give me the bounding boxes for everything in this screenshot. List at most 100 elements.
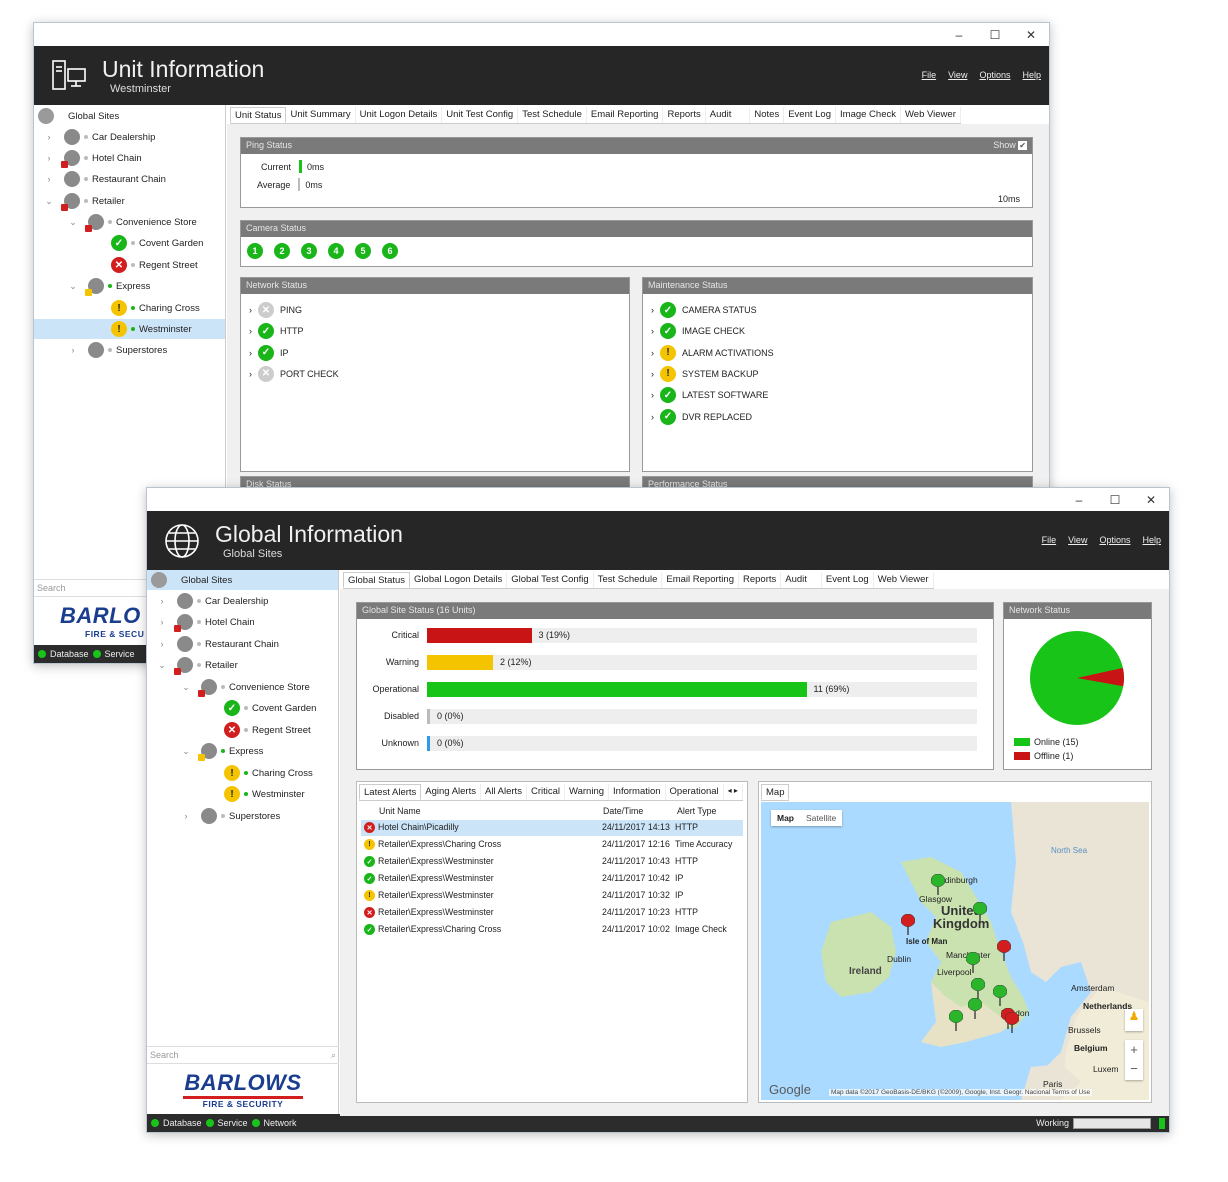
search-icon[interactable]: ⌕ [331, 1050, 336, 1060]
chevron-right-icon[interactable]: › [42, 153, 56, 163]
tree-root-global-sites[interactable]: Global Sites [38, 106, 119, 126]
tab-map[interactable]: Map [761, 784, 790, 800]
tree-item-covent-garden[interactable]: ✓ Covent Garden [224, 698, 316, 718]
chevron-right-icon[interactable]: › [249, 369, 252, 379]
search-input[interactable]: Search ⌕ [147, 1046, 339, 1064]
status-row[interactable]: › ✕ PING [249, 302, 302, 318]
tree-item-convenience-store[interactable]: ⌄ Convenience Store [179, 677, 310, 697]
map-pin-icon[interactable] [900, 913, 916, 939]
menu-file[interactable]: File [1042, 535, 1057, 545]
tab-test-schedule[interactable]: Test Schedule [594, 572, 663, 588]
map-pin-icon[interactable] [948, 1009, 964, 1035]
tree-item-restaurant-chain[interactable]: › Restaurant Chain [155, 634, 279, 654]
tab-reports[interactable]: Reports [663, 107, 706, 123]
chevron-right-icon[interactable]: › [66, 345, 80, 355]
status-row[interactable]: › ✕ PORT CHECK [249, 365, 339, 382]
map-type-satellite-button[interactable]: Satellite [806, 813, 836, 823]
col-unit-name[interactable]: Unit Name [379, 806, 421, 816]
tab-global-status[interactable]: Global Status [343, 572, 411, 588]
status-row[interactable]: ›! SYSTEM BACKUP [651, 365, 759, 382]
tree-item-retailer[interactable]: ⌄ Retailer [42, 191, 125, 211]
menu-options[interactable]: Options [1099, 535, 1130, 545]
alert-row[interactable]: ✓ Retailer\Express\Charing Cross 24/11/201… [361, 922, 743, 938]
tab-operational[interactable]: Operational [666, 784, 724, 800]
status-row[interactable]: › ✓ CAMERA STATUS [651, 302, 757, 318]
tree-item-hotel-chain[interactable]: › Hotel Chain [42, 148, 142, 168]
maximize-button[interactable]: ☐ [977, 28, 1013, 42]
tab-email-reporting[interactable]: Email Reporting [662, 572, 739, 588]
chevron-down-icon[interactable]: ⌄ [42, 196, 56, 207]
menu-help[interactable]: Help [1142, 535, 1161, 545]
menu-options[interactable]: Options [979, 70, 1010, 80]
map-pin-icon[interactable] [965, 951, 981, 977]
tree-item-regent-street[interactable]: ✕ Regent Street [111, 255, 198, 275]
tab-event-log[interactable]: Event Log [822, 572, 874, 588]
chevron-down-icon[interactable]: ⌄ [66, 217, 80, 228]
tree-item-hotel-chain[interactable]: › Hotel Chain [155, 612, 255, 632]
tree-item-covent-garden[interactable]: ✓ Covent Garden [111, 233, 203, 253]
chevron-down-icon[interactable]: ⌄ [155, 660, 169, 671]
zoom-out-button[interactable]: − [1125, 1059, 1143, 1078]
alert-row[interactable]: ✕ Retailer\Express\Westminster 24/11/2017 … [361, 905, 743, 921]
tree-item-retailer[interactable]: ⌄ Retailer [155, 655, 238, 675]
status-row[interactable]: ›! ALARM ACTIVATIONS [651, 344, 774, 361]
map-pin-icon[interactable] [992, 984, 1008, 1010]
tab-all-alerts[interactable]: All Alerts [481, 784, 527, 800]
tab-latest-alerts[interactable]: Latest Alerts [359, 784, 422, 800]
map-pin-icon[interactable] [967, 997, 983, 1023]
map-pin-icon[interactable] [996, 939, 1012, 965]
status-row[interactable]: › ✓ IP [249, 344, 289, 361]
chevron-right-icon[interactable]: › [179, 811, 193, 821]
close-button[interactable]: ✕ [1133, 493, 1169, 507]
tab-unit-summary[interactable]: Unit Summary [286, 107, 356, 123]
chevron-right-icon[interactable]: › [155, 596, 169, 606]
tab-reports[interactable]: Reports [739, 572, 782, 588]
alert-row[interactable]: ✓ Retailer\Express\Westminster 24/11/2017 … [361, 854, 743, 870]
menu-view[interactable]: View [1068, 535, 1087, 545]
maximize-button[interactable]: ☐ [1097, 493, 1133, 507]
status-bar-disabled[interactable] [427, 709, 430, 724]
tab-test-schedule[interactable]: Test Schedule [518, 107, 587, 123]
chevron-down-icon[interactable]: ⌄ [179, 682, 193, 693]
tab-audit[interactable]: Audit [706, 107, 751, 123]
status-bar-critical[interactable] [427, 628, 532, 643]
tab-web-viewer[interactable]: Web Viewer [901, 107, 961, 123]
map-pin-icon[interactable] [930, 873, 946, 899]
close-button[interactable]: ✕ [1013, 28, 1049, 42]
street-view-pegman-icon[interactable]: ♟ [1125, 1009, 1143, 1031]
camera-3-indicator[interactable]: 3 [301, 243, 317, 259]
tab-web-viewer[interactable]: Web Viewer [874, 572, 934, 588]
tree-root-global-sites[interactable]: Global Sites [147, 570, 338, 590]
chevron-right-icon[interactable]: › [42, 174, 56, 184]
chevron-right-icon[interactable]: › [651, 326, 654, 336]
status-row[interactable]: › ✓ HTTP [249, 323, 304, 340]
chevron-right-icon[interactable]: › [249, 305, 252, 315]
tree-item-restaurant-chain[interactable]: › Restaurant Chain [42, 169, 166, 189]
tab-notes[interactable]: Notes [750, 107, 785, 123]
chevron-right-icon[interactable]: › [651, 305, 654, 315]
alert-row[interactable]: ! Retailer\Express\Westminster 24/11/2017 … [361, 888, 743, 904]
map-type-map-button[interactable]: Map [777, 813, 794, 823]
tab-unit-logon-details[interactable]: Unit Logon Details [356, 107, 443, 123]
status-bar-unknown[interactable] [427, 736, 430, 751]
tab-audit[interactable]: Audit [781, 572, 822, 588]
tree-item-express[interactable]: ⌄ Express [179, 741, 263, 761]
chevron-down-icon[interactable]: ⌄ [179, 746, 193, 757]
tab-warning[interactable]: Warning [565, 784, 610, 800]
status-row[interactable]: › ✓ LATEST SOFTWARE [651, 387, 768, 404]
minimize-button[interactable]: – [1061, 493, 1097, 507]
camera-6-indicator[interactable]: 6 [382, 243, 398, 259]
chevron-right-icon[interactable]: › [42, 132, 56, 142]
chevron-down-icon[interactable]: ⌄ [66, 281, 80, 292]
tab-email-reporting[interactable]: Email Reporting [587, 107, 664, 123]
tree-item-regent-street[interactable]: ✕ Regent Street [224, 720, 311, 740]
chevron-right-icon[interactable]: › [651, 390, 654, 400]
chevron-right-icon[interactable]: › [651, 369, 654, 379]
tree-item-superstores[interactable]: › Superstores [179, 806, 280, 826]
tree-item-car-dealership[interactable]: › Car Dealership [42, 127, 155, 147]
map-pin-icon[interactable] [1004, 1011, 1020, 1037]
zoom-in-button[interactable]: + [1125, 1040, 1143, 1059]
menu-help[interactable]: Help [1022, 70, 1041, 80]
tab-unit-test-config[interactable]: Unit Test Config [442, 107, 519, 123]
chevron-right-icon[interactable]: › [155, 639, 169, 649]
